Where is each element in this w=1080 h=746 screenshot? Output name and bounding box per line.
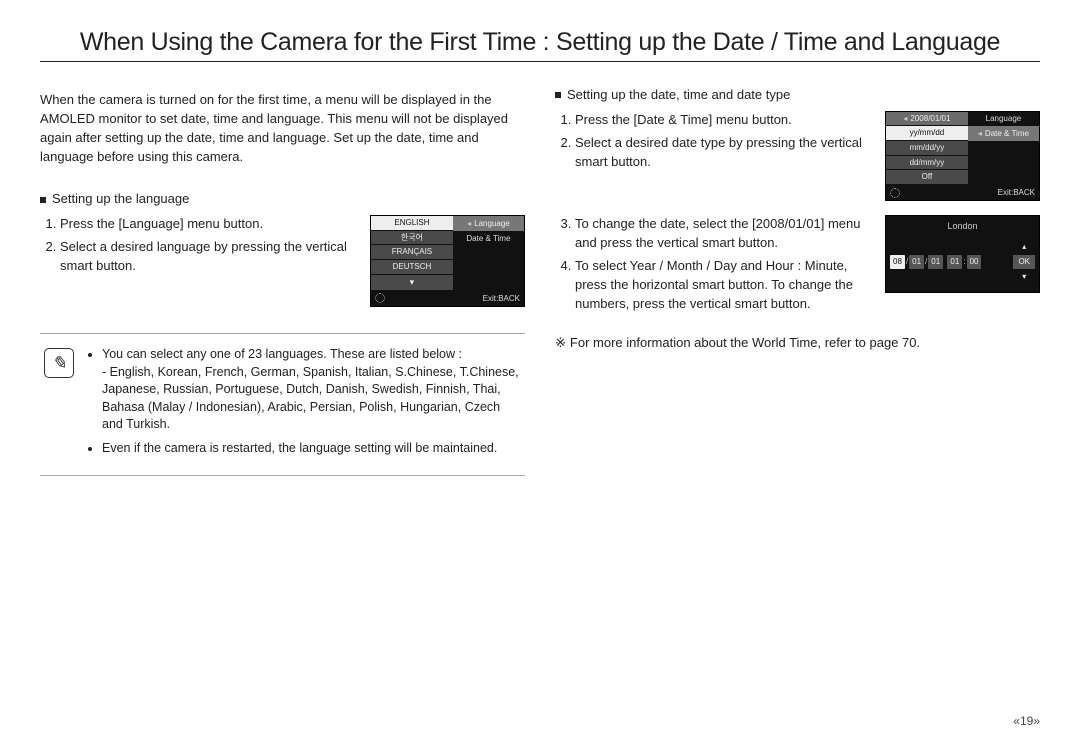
- sep-colon: :: [963, 256, 965, 268]
- city-label: London: [886, 216, 1039, 239]
- lang-option-francais: FRANÇAIS: [371, 245, 453, 260]
- manual-page: When Using the Camera for the First Time…: [0, 0, 1080, 746]
- side-date-time-2: Date & Time: [968, 126, 1039, 141]
- square-bullet-icon: [40, 197, 46, 203]
- seg-hour: 01: [947, 255, 962, 269]
- sep-space: [944, 256, 946, 268]
- note-icon: ✎: [44, 348, 74, 378]
- gear-icon: [890, 188, 900, 198]
- right-heading-text: Setting up the date, time and date type: [567, 86, 790, 105]
- exit-back-label-2: Exit:BACK: [998, 187, 1035, 199]
- left-subheading: Setting up the language: [40, 190, 525, 209]
- lang-option-deutsch: DEUTSCH: [371, 260, 453, 275]
- type-option-mmddyy: mm/dd/yy: [886, 141, 968, 156]
- side-empty-3: [453, 276, 524, 291]
- lang-option-english: ENGLISH: [371, 216, 453, 231]
- note-box: ✎ You can select any one of 23 languages…: [40, 333, 525, 476]
- type-option-date: 2008/01/01: [886, 112, 968, 127]
- exit-back-label: Exit:BACK: [483, 293, 520, 305]
- right-steps-34: To change the date, select the [2008/01/…: [555, 215, 871, 323]
- page-title: When Using the Camera for the First Time…: [40, 28, 1040, 62]
- left-steps-and-figure: Press the [Language] menu button. Select…: [40, 215, 525, 307]
- date-segments: 08 / 01 / 01 01 : 00: [890, 255, 981, 269]
- lcd-date-editor-figure: London 08 / 01 / 01 01 : 00: [885, 215, 1040, 293]
- note-1-langs: - English, Korean, French, German, Spani…: [102, 365, 519, 432]
- vertical-control: ▴ OK ▾: [1013, 241, 1035, 282]
- right-steps12-and-figure: Press the [Date & Time] menu button. Sel…: [555, 111, 1040, 202]
- side-empty-r3: [968, 170, 1039, 185]
- lcd-language-figure: ENGLISH 한국어 FRANÇAIS DEUTSCH ▾ Language …: [370, 215, 525, 307]
- right-step-2: Select a desired date type by pressing t…: [575, 134, 871, 172]
- seg-year: 08: [890, 255, 905, 269]
- left-steps: Press the [Language] menu button. Select…: [40, 215, 356, 286]
- side-empty-2: [453, 261, 524, 276]
- note-item-1: You can select any one of 23 languages. …: [102, 346, 521, 434]
- world-time-footnote: ※ For more information about the World Ti…: [555, 334, 1040, 353]
- type-option-off: Off: [886, 170, 968, 185]
- lang-scroll-down-icon: ▾: [371, 275, 453, 291]
- side-empty-r2: [968, 156, 1039, 171]
- right-steps-12: Press the [Date & Time] menu button. Sel…: [555, 111, 871, 182]
- left-column: When the camera is turned on for the fir…: [40, 78, 525, 476]
- type-option-yymmdd: yy/mm/dd: [886, 126, 968, 141]
- right-step-4: To select Year / Month / Day and Hour : …: [575, 257, 871, 314]
- side-language: Language: [453, 216, 524, 231]
- seg-month: 01: [909, 255, 924, 269]
- reference-mark-icon: ※: [555, 335, 566, 350]
- two-columns: When the camera is turned on for the fir…: [40, 78, 1040, 476]
- right-subheading: Setting up the date, time and date type: [555, 86, 1040, 105]
- sep-slash-1: /: [906, 256, 908, 268]
- right-steps34-and-figure: To change the date, select the [2008/01/…: [555, 215, 1040, 323]
- footnote-text: For more information about the World Tim…: [570, 335, 920, 350]
- lang-option-korean: 한국어: [371, 231, 453, 246]
- note-1-intro: You can select any one of 23 languages. …: [102, 347, 462, 361]
- right-column: Setting up the date, time and date type …: [555, 78, 1040, 476]
- arrow-down-icon: ▾: [1022, 271, 1026, 283]
- page-number: «19»: [1013, 714, 1040, 728]
- sep-slash-2: /: [925, 256, 927, 268]
- right-step-1: Press the [Date & Time] menu button.: [575, 111, 871, 130]
- gear-icon: [375, 293, 385, 303]
- side-date-time: Date & Time: [453, 231, 524, 246]
- seg-day: 01: [928, 255, 943, 269]
- lcd-datetype-figure: 2008/01/01 yy/mm/dd mm/dd/yy dd/mm/yy Of…: [885, 111, 1040, 202]
- seg-min: 00: [967, 255, 982, 269]
- side-empty-r1: [968, 141, 1039, 156]
- intro-paragraph: When the camera is turned on for the fir…: [40, 91, 525, 166]
- square-bullet-icon: [555, 92, 561, 98]
- type-option-ddmmyy: dd/mm/yy: [886, 156, 968, 171]
- left-heading-text: Setting up the language: [52, 190, 189, 209]
- ok-button-label: OK: [1013, 255, 1035, 269]
- right-step-3: To change the date, select the [2008/01/…: [575, 215, 871, 253]
- side-language-2: Language: [968, 112, 1039, 127]
- note-item-2: Even if the camera is restarted, the lan…: [102, 440, 521, 458]
- note-list: You can select any one of 23 languages. …: [88, 346, 521, 463]
- left-step-1: Press the [Language] menu button.: [60, 215, 356, 234]
- arrow-up-icon: ▴: [1022, 241, 1026, 253]
- left-step-2: Select a desired language by pressing th…: [60, 238, 356, 276]
- side-empty-1: [453, 246, 524, 261]
